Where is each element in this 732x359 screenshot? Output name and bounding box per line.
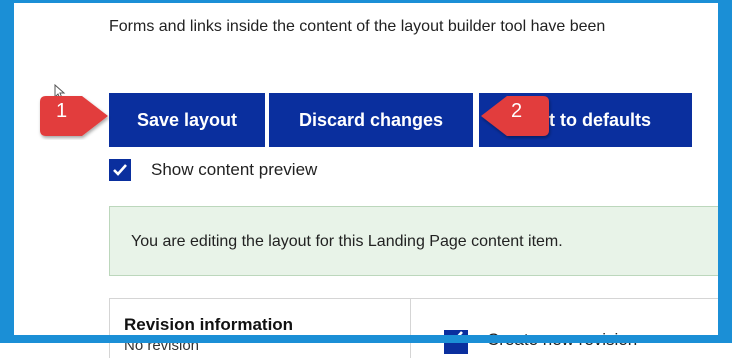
revision-information-title: Revision information (124, 315, 294, 334)
status-message: You are editing the layout for this Land… (109, 206, 729, 276)
show-content-preview-label: Show content preview (151, 160, 318, 179)
callout-2-number: 2 (511, 100, 523, 122)
create-new-revision-label: Create new revision (487, 330, 638, 349)
callout-1-number: 1 (56, 100, 68, 122)
intro-text: Forms and links inside the content of th… (109, 18, 606, 35)
callout-1: 1 (36, 92, 114, 144)
status-message-text: You are editing the layout for this Land… (131, 233, 563, 250)
revision-information-panel: Revision information No revision (109, 298, 411, 358)
create-new-revision-checkbox[interactable] (444, 330, 468, 354)
callout-2: 2 (477, 92, 557, 144)
checkmark-icon (449, 331, 463, 343)
show-content-preview-checkbox[interactable] (109, 159, 131, 181)
checkmark-icon (113, 164, 127, 176)
revision-information-subtitle: No revision (124, 337, 200, 354)
discard-changes-button[interactable]: Discard changes (269, 93, 473, 147)
save-layout-button[interactable]: Save layout (109, 93, 265, 147)
show-content-preview-row: Show content preview (109, 159, 317, 181)
